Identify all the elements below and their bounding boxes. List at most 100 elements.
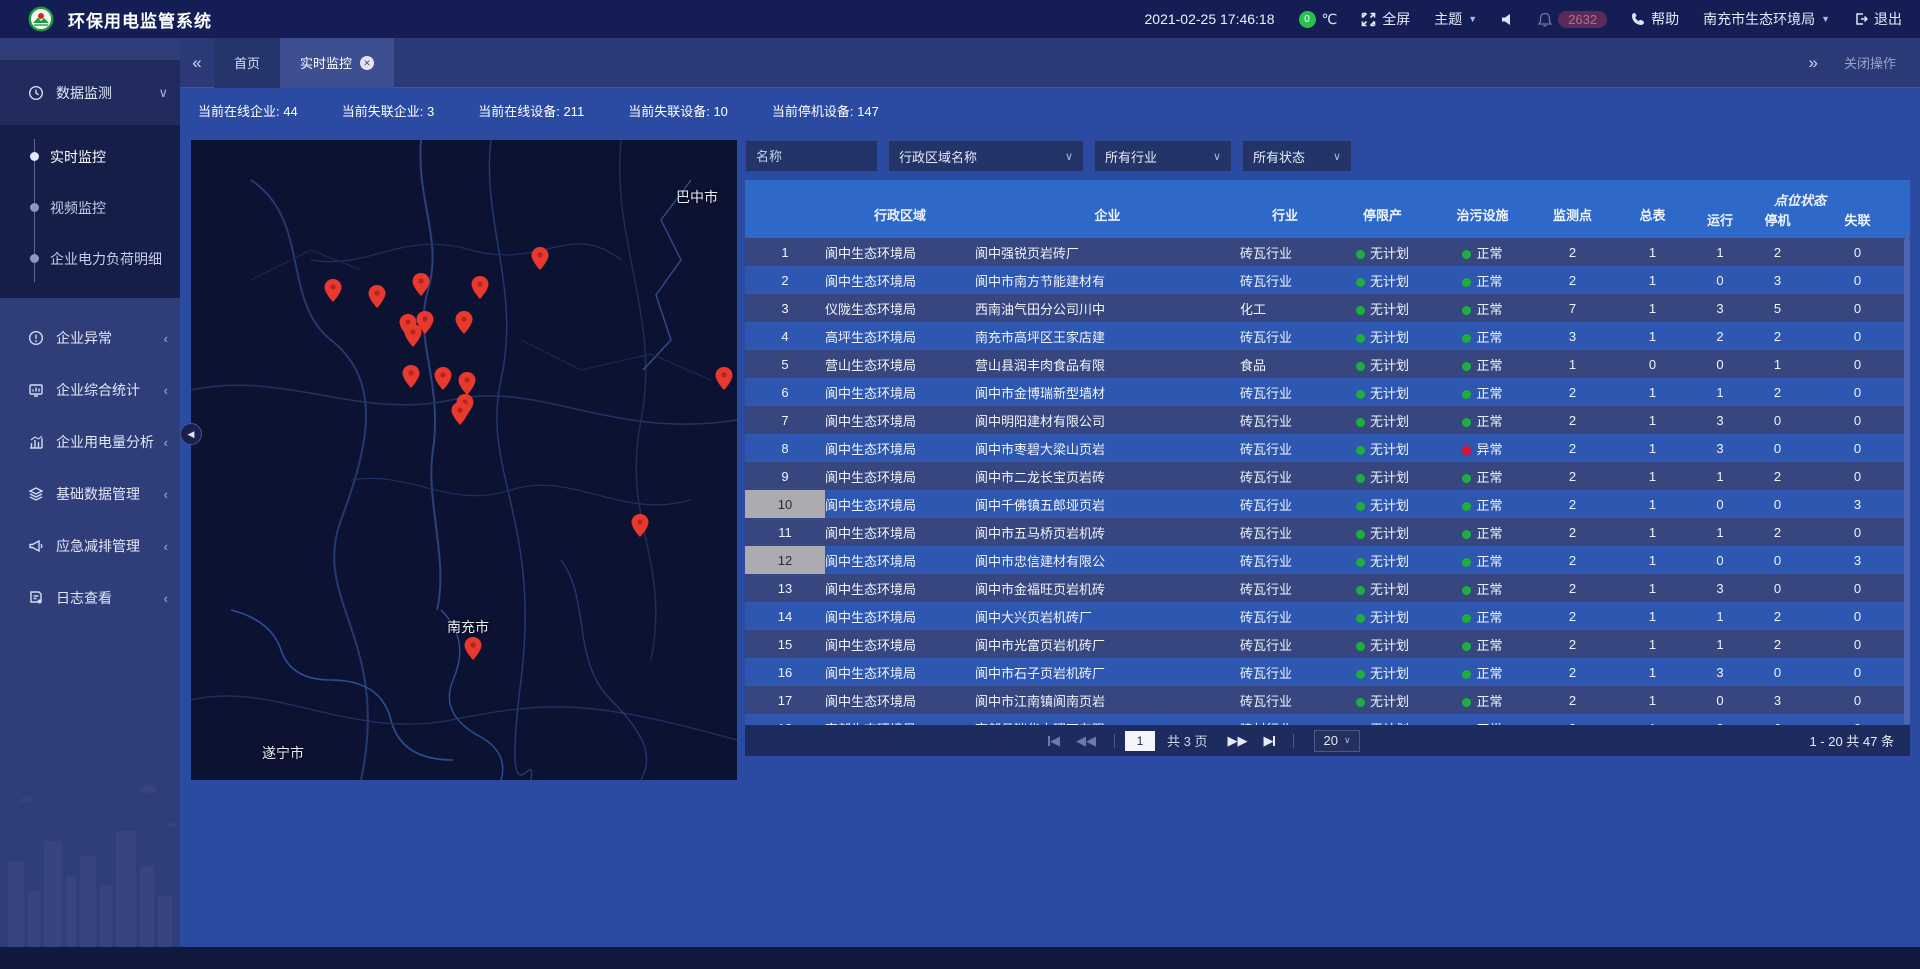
sidebar-item-data-monitor[interactable]: 数据监测∨ [0, 60, 180, 125]
status-dot-green [1356, 670, 1365, 679]
tab-实时监控[interactable]: 实时监控✕ [280, 38, 394, 88]
page-number-input[interactable] [1125, 731, 1155, 751]
cell-meter: 1 [1615, 658, 1690, 686]
tabs-scroll-left-icon[interactable]: « [180, 53, 214, 73]
table-row[interactable]: 3仪陇生态环境局西南油气田分公司川中化工无计划正常71350 [745, 294, 1910, 322]
status-dot-green [1356, 614, 1365, 623]
sidebar-item-company-stats[interactable]: 企业综合统计‹ [0, 364, 180, 416]
sidebar-item-emergency[interactable]: 应急减排管理‹ [0, 520, 180, 572]
table-row[interactable]: 16阆中生态环境局阆中市石子页岩机砖厂砖瓦行业无计划正常21300 [745, 658, 1910, 686]
close-operations-button[interactable]: 关闭操作 [1844, 53, 1896, 72]
cell-company: 南充市高坪区王家店建 [975, 322, 1240, 350]
map-panel[interactable]: 巴中市南充市遂宁市 [191, 140, 737, 780]
table-row[interactable]: 17阆中生态环境局阆中市江南镇阆南页岩砖瓦行业无计划正常21030 [745, 686, 1910, 714]
last-page-button[interactable]: ▶ [1263, 733, 1275, 749]
help-button[interactable]: 帮助 [1631, 9, 1679, 29]
cell-region: 阆中生态环境局 [825, 602, 975, 630]
cell-index: 16 [745, 658, 825, 686]
cell-run: 1 [1690, 630, 1750, 658]
sound-toggle[interactable] [1501, 13, 1514, 26]
cell-industry: 砖瓦行业 [1240, 546, 1330, 574]
map-pin-icon[interactable] [459, 372, 476, 395]
table-row[interactable]: 18南部生态环境局南部县瑞华大理石有限建材行业无计划正常01060 [745, 714, 1910, 725]
map-pin-icon[interactable] [435, 367, 452, 390]
sidebar-item-base-data[interactable]: 基础数据管理‹ [0, 468, 180, 520]
chevron-down-icon: ▼ [1468, 14, 1477, 24]
map-pin-icon[interactable] [403, 365, 420, 388]
table-row[interactable]: 11阆中生态环境局阆中市五马桥页岩机砖砖瓦行业无计划正常21120 [745, 518, 1910, 546]
table-row[interactable]: 13阆中生态环境局阆中市金福旺页岩机砖砖瓦行业无计划正常21300 [745, 574, 1910, 602]
table-scrollbar[interactable] [1904, 238, 1910, 725]
map-pin-icon[interactable] [465, 637, 482, 660]
map-pin-icon[interactable] [456, 311, 473, 334]
sidebar-subitem-1[interactable]: 实时监控 [0, 131, 180, 182]
status-dot-green [1356, 306, 1365, 315]
cell-stop: 2 [1750, 630, 1805, 658]
close-icon[interactable]: ✕ [360, 56, 374, 70]
region-select[interactable]: 行政区域名称 ∨ [888, 140, 1084, 172]
cell-facility: 正常 [1435, 546, 1530, 574]
next-page-button[interactable]: ▶▶ [1227, 733, 1247, 749]
table-row[interactable]: 14阆中生态环境局阆中大兴页岩机砖厂砖瓦行业无计划正常21120 [745, 602, 1910, 630]
cell-points: 2 [1530, 462, 1615, 490]
sidebar-item-company-abnormal[interactable]: 企业异常‹ [0, 312, 180, 364]
cell-index: 11 [745, 518, 825, 546]
cell-index: 15 [745, 630, 825, 658]
status-dot-green [1356, 362, 1365, 371]
page-size-select[interactable]: 20 ∨ [1314, 730, 1359, 752]
notifications[interactable]: 2632 [1538, 11, 1607, 28]
cell-stop: 0 [1750, 574, 1805, 602]
prev-page-button[interactable]: ◀◀ [1076, 733, 1096, 749]
map-pin-icon[interactable] [369, 285, 386, 308]
cell-meter: 1 [1615, 294, 1690, 322]
org-menu[interactable]: 南充市生态环境局 ▼ [1703, 9, 1830, 29]
sidebar-subitem-2[interactable]: 视频监控 [0, 182, 180, 233]
map-pin-icon[interactable] [452, 402, 469, 425]
name-search-input[interactable] [745, 140, 878, 172]
cell-points: 0 [1530, 714, 1615, 725]
map-pin-icon[interactable] [472, 276, 489, 299]
industry-select[interactable]: 所有行业 ∨ [1094, 140, 1232, 172]
tabs-scroll-right-icon[interactable]: » [1809, 53, 1818, 73]
cell-limit: 无计划 [1330, 294, 1435, 322]
chart-icon [28, 434, 44, 450]
logout-button[interactable]: 退出 [1854, 9, 1902, 29]
speaker-icon [1501, 13, 1514, 26]
table-row[interactable]: 1阆中生态环境局阆中强锐页岩砖厂砖瓦行业无计划正常21120 [745, 238, 1910, 266]
sidebar-collapse-toggle[interactable]: ◀ [180, 423, 202, 445]
table-row[interactable]: 10阆中生态环境局阆中千佛镇五郎垭页岩砖瓦行业无计划正常21003 [745, 490, 1910, 518]
cell-index: 2 [745, 266, 825, 294]
cell-meter: 1 [1615, 406, 1690, 434]
status-select[interactable]: 所有状态 ∨ [1242, 140, 1352, 172]
table-row[interactable]: 4高坪生态环境局南充市高坪区王家店建砖瓦行业无计划正常31220 [745, 322, 1910, 350]
map-pin-icon[interactable] [413, 273, 430, 296]
table-row[interactable]: 5营山生态环境局营山县润丰肉食品有限食品无计划正常10010 [745, 350, 1910, 378]
cell-limit: 无计划 [1330, 574, 1435, 602]
tab-首页[interactable]: 首页 [214, 38, 280, 88]
table-row[interactable]: 6阆中生态环境局阆中市金博瑞新型墙材砖瓦行业无计划正常21120 [745, 378, 1910, 406]
sidebar-item-logs[interactable]: 日志查看‹ [0, 572, 180, 624]
table-row[interactable]: 7阆中生态环境局阆中明阳建材有限公司砖瓦行业无计划正常21300 [745, 406, 1910, 434]
table-row[interactable]: 12阆中生态环境局阆中市忠信建材有限公砖瓦行业无计划正常21003 [745, 546, 1910, 574]
sidebar-subitem-3[interactable]: 企业电力负荷明细 [0, 233, 180, 284]
map-pin-icon[interactable] [405, 324, 422, 347]
cell-industry: 砖瓦行业 [1240, 434, 1330, 462]
map-pin-icon[interactable] [716, 367, 733, 390]
tabs: 首页实时监控✕ [214, 38, 394, 88]
theme-menu[interactable]: 主题 ▼ [1434, 9, 1477, 29]
map-pin-icon[interactable] [632, 514, 649, 537]
cell-run: 0 [1690, 266, 1750, 294]
map-pin-icon[interactable] [325, 279, 342, 302]
cell-index: 14 [745, 602, 825, 630]
table-row[interactable]: 8阆中生态环境局阆中市枣碧大梁山页岩砖瓦行业无计划异常21300 [745, 434, 1910, 462]
fullscreen-button[interactable]: 全屏 [1361, 9, 1410, 29]
map-pin-icon[interactable] [532, 247, 549, 270]
chevron-down-icon: ∨ [1333, 150, 1341, 163]
table-row[interactable]: 9阆中生态环境局阆中市二龙长宝页岩砖砖瓦行业无计划正常21120 [745, 462, 1910, 490]
table-row[interactable]: 15阆中生态环境局阆中市光富页岩机砖厂砖瓦行业无计划正常21120 [745, 630, 1910, 658]
sidebar-item-power-analysis[interactable]: 企业用电量分析‹ [0, 416, 180, 468]
table-row[interactable]: 2阆中生态环境局阆中市南方节能建材有砖瓦行业无计划正常21030 [745, 266, 1910, 294]
cell-lost: 3 [1805, 546, 1910, 574]
status-dot-green [1462, 418, 1471, 427]
first-page-button[interactable]: ◀ [1048, 733, 1060, 749]
